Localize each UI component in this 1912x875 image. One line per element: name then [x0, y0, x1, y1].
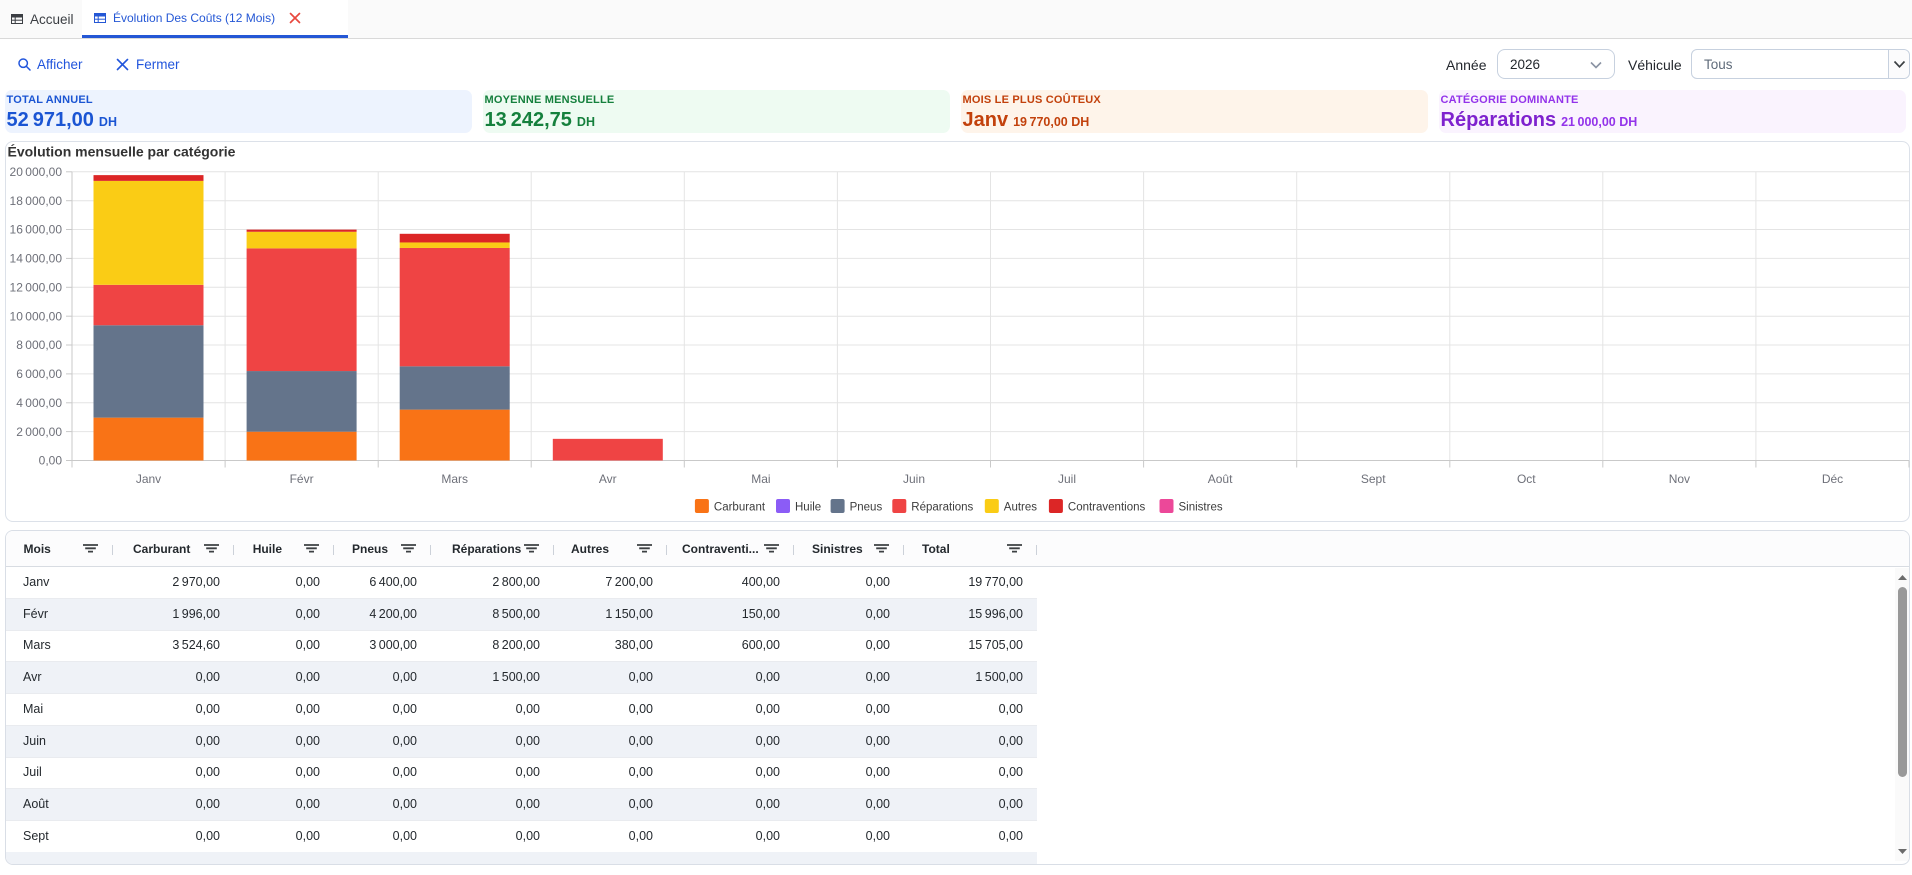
- svg-text:Carburant: Carburant: [714, 502, 766, 514]
- svg-text:Mars: Mars: [441, 472, 468, 486]
- svg-text:Févr: Févr: [290, 472, 314, 486]
- svg-text:18 000,00: 18 000,00: [10, 194, 63, 208]
- svg-text:20 000,00: 20 000,00: [10, 165, 63, 179]
- svg-text:12 000,00: 12 000,00: [10, 281, 63, 295]
- svg-text:Oct: Oct: [1517, 472, 1536, 486]
- svg-text:14 000,00: 14 000,00: [10, 252, 63, 266]
- svg-text:Juin: Juin: [903, 472, 925, 486]
- svg-text:Janv: Janv: [136, 472, 161, 486]
- svg-text:Déc: Déc: [1822, 472, 1843, 486]
- svg-text:Mai: Mai: [751, 472, 770, 486]
- svg-text:0,00: 0,00: [39, 454, 63, 468]
- svg-text:Nov: Nov: [1669, 472, 1690, 486]
- svg-text:16 000,00: 16 000,00: [10, 223, 63, 237]
- svg-text:Réparations: Réparations: [911, 502, 973, 514]
- svg-text:Évolution mensuelle par catégo: Évolution mensuelle par catégorie: [8, 144, 236, 160]
- svg-text:Contraventions: Contraventions: [1068, 502, 1146, 514]
- svg-text:10 000,00: 10 000,00: [10, 309, 63, 323]
- svg-text:Sept: Sept: [1361, 472, 1386, 486]
- svg-text:8 000,00: 8 000,00: [16, 338, 62, 352]
- svg-text:Pneus: Pneus: [850, 502, 883, 514]
- svg-text:Sinistres: Sinistres: [1179, 502, 1223, 514]
- svg-text:Avr: Avr: [599, 472, 617, 486]
- svg-text:4 000,00: 4 000,00: [16, 396, 62, 410]
- svg-text:Juil: Juil: [1058, 472, 1076, 486]
- svg-text:Août: Août: [1208, 472, 1233, 486]
- svg-text:Huile: Huile: [795, 502, 821, 514]
- svg-text:2 000,00: 2 000,00: [16, 425, 62, 439]
- svg-text:Autres: Autres: [1004, 502, 1037, 514]
- svg-text:6 000,00: 6 000,00: [16, 367, 62, 381]
